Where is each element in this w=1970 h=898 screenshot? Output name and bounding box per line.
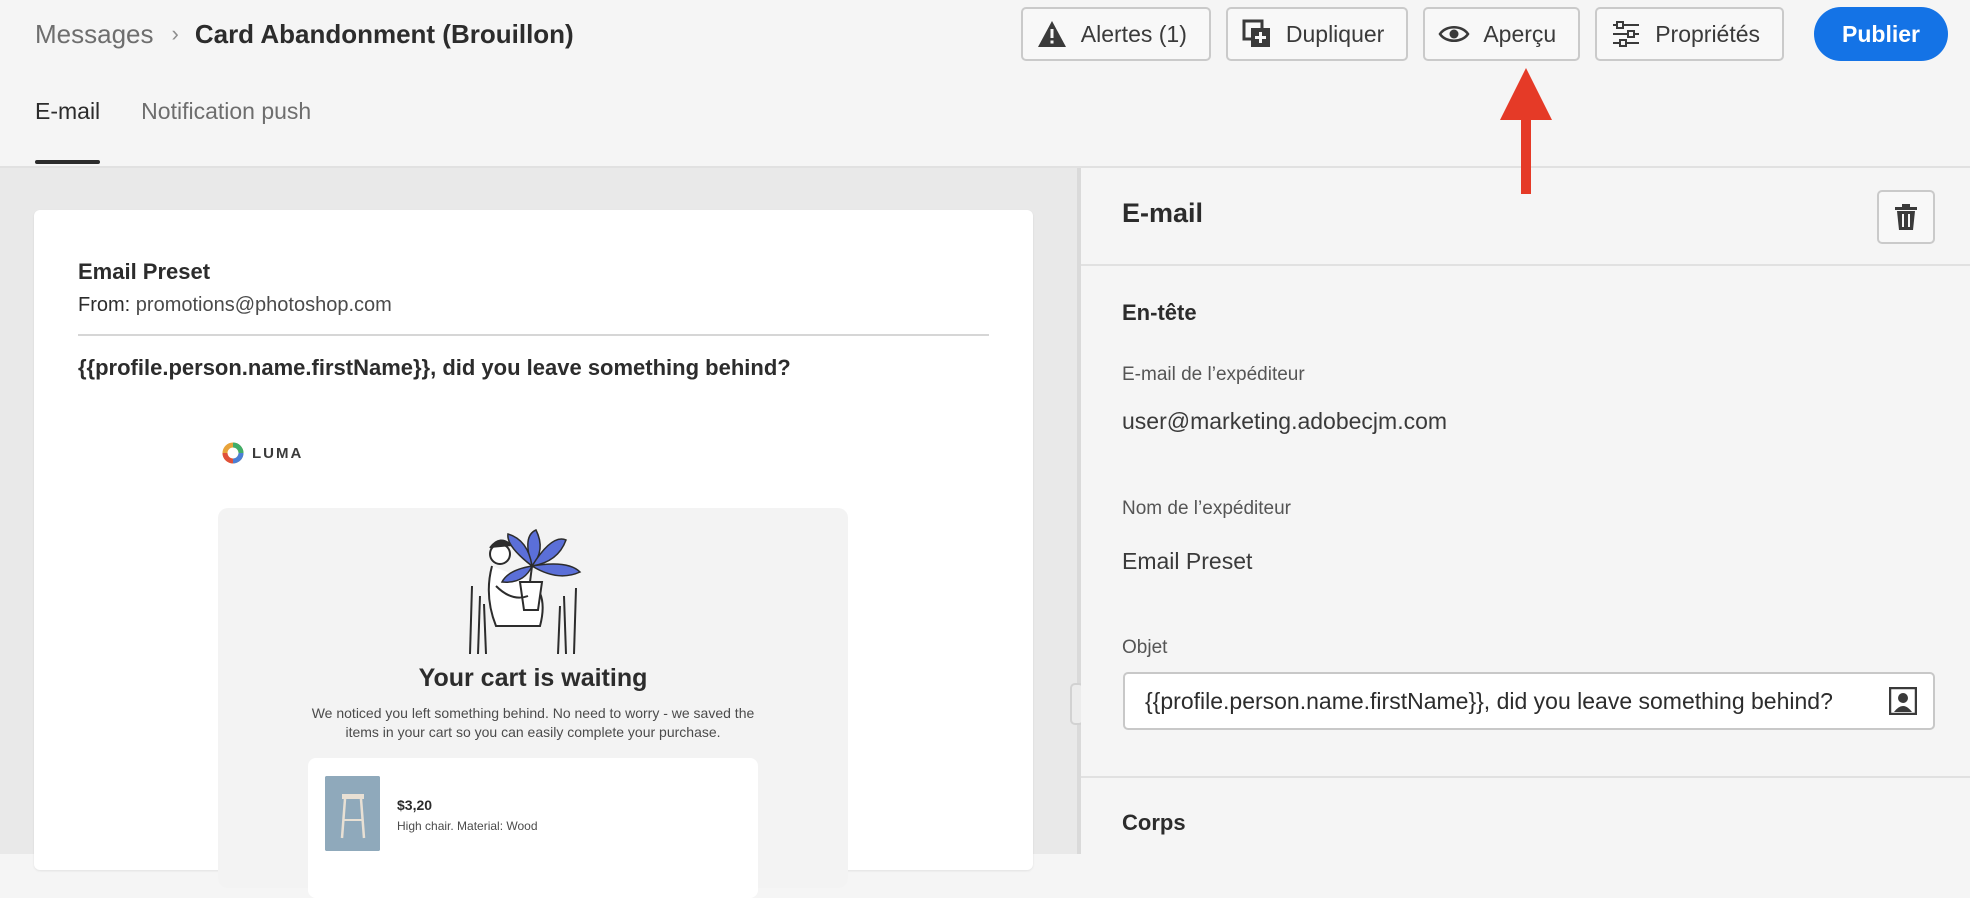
preview-label: Aperçu	[1483, 20, 1557, 47]
properties-panel: E-mail En-tête E-mail de l’expéditeur us…	[1081, 168, 1970, 854]
email-preview-area: Email Preset From: promotions@photoshop.…	[0, 168, 1078, 898]
product-card: $3,20 High chair. Material: Wood	[308, 758, 758, 898]
channel-tabs: E-mail Notification push	[35, 98, 352, 164]
divider	[1081, 776, 1970, 778]
properties-label: Propriétés	[1655, 20, 1761, 47]
trash-icon	[1895, 204, 1917, 230]
product-description: High chair. Material: Wood	[397, 819, 538, 833]
subject-field[interactable]: {{profile.person.name.firstName}}, did y…	[1123, 672, 1935, 730]
plant-illustration	[469, 529, 582, 654]
duplicate-button[interactable]: Dupliquer	[1225, 7, 1409, 61]
top-bar: Messages › Card Abandonment (Brouillon) …	[0, 0, 1970, 168]
duplicate-label: Dupliquer	[1285, 20, 1385, 47]
alerts-label: Alertes (1)	[1080, 20, 1187, 47]
body-section-title: Corps	[1122, 810, 1186, 835]
personalization-icon[interactable]	[1889, 687, 1917, 715]
tab-push-notification[interactable]: Notification push	[141, 98, 311, 164]
tab-email[interactable]: E-mail	[35, 98, 101, 164]
annotation-arrow-icon	[1500, 68, 1552, 194]
action-bar: Alertes (1) Dupliquer Aperçu Propriétés …	[1020, 7, 1948, 61]
email-preview-card: Email Preset From: promotions@photoshop.…	[34, 210, 1033, 898]
properties-button[interactable]: Propriétés	[1595, 7, 1785, 61]
chevron-right-icon: ›	[171, 21, 179, 46]
email-headline: Your cart is waiting	[418, 664, 648, 692]
preview-sender-name: Email Preset	[78, 259, 211, 284]
sender-name-value: Email Preset	[1122, 548, 1253, 574]
page-title: Card Abandonment (Brouillon)	[194, 18, 574, 49]
alerts-button[interactable]: Alertes (1)	[1020, 7, 1211, 61]
subject-field-value[interactable]: {{profile.person.name.firstName}}, did y…	[1145, 688, 1889, 715]
luma-logo: LUMA	[222, 442, 303, 464]
breadcrumb-messages-link[interactable]: Messages	[35, 19, 154, 50]
sender-email-value: user@marketing.adobecjm.com	[1122, 408, 1448, 434]
preview-subject: {{profile.person.name.firstName}}, did y…	[78, 355, 791, 380]
preview-from-line: From: promotions@photoshop.com	[78, 294, 392, 317]
breadcrumb: Messages › Card Abandonment (Brouillon)	[35, 16, 574, 52]
sliders-icon	[1609, 17, 1643, 51]
delete-button[interactable]	[1877, 190, 1935, 244]
sender-name-label: Nom de l’expéditeur	[1122, 498, 1291, 519]
publish-button[interactable]: Publier	[1814, 7, 1948, 61]
product-image	[325, 776, 380, 851]
from-label: From:	[78, 294, 131, 316]
panel-title: E-mail	[1122, 198, 1204, 228]
product-price: $3,20	[397, 797, 433, 813]
header-section-title: En-tête	[1122, 300, 1197, 325]
sender-email-label: E-mail de l’expéditeur	[1122, 364, 1305, 385]
divider	[78, 334, 989, 336]
preview-button[interactable]: Aperçu	[1423, 7, 1581, 61]
divider	[1081, 264, 1970, 266]
luma-brand-text: LUMA	[252, 444, 304, 462]
duplicate-icon	[1240, 17, 1274, 51]
email-body-card: Your cart is waiting We noticed you left…	[218, 508, 848, 898]
luma-logo-icon	[222, 442, 244, 464]
subject-label: Objet	[1122, 637, 1168, 658]
email-intro-text: We noticed you left something behind. No…	[311, 705, 755, 740]
eye-icon	[1437, 17, 1471, 51]
from-email: promotions@photoshop.com	[135, 294, 392, 316]
alert-icon	[1035, 17, 1069, 51]
